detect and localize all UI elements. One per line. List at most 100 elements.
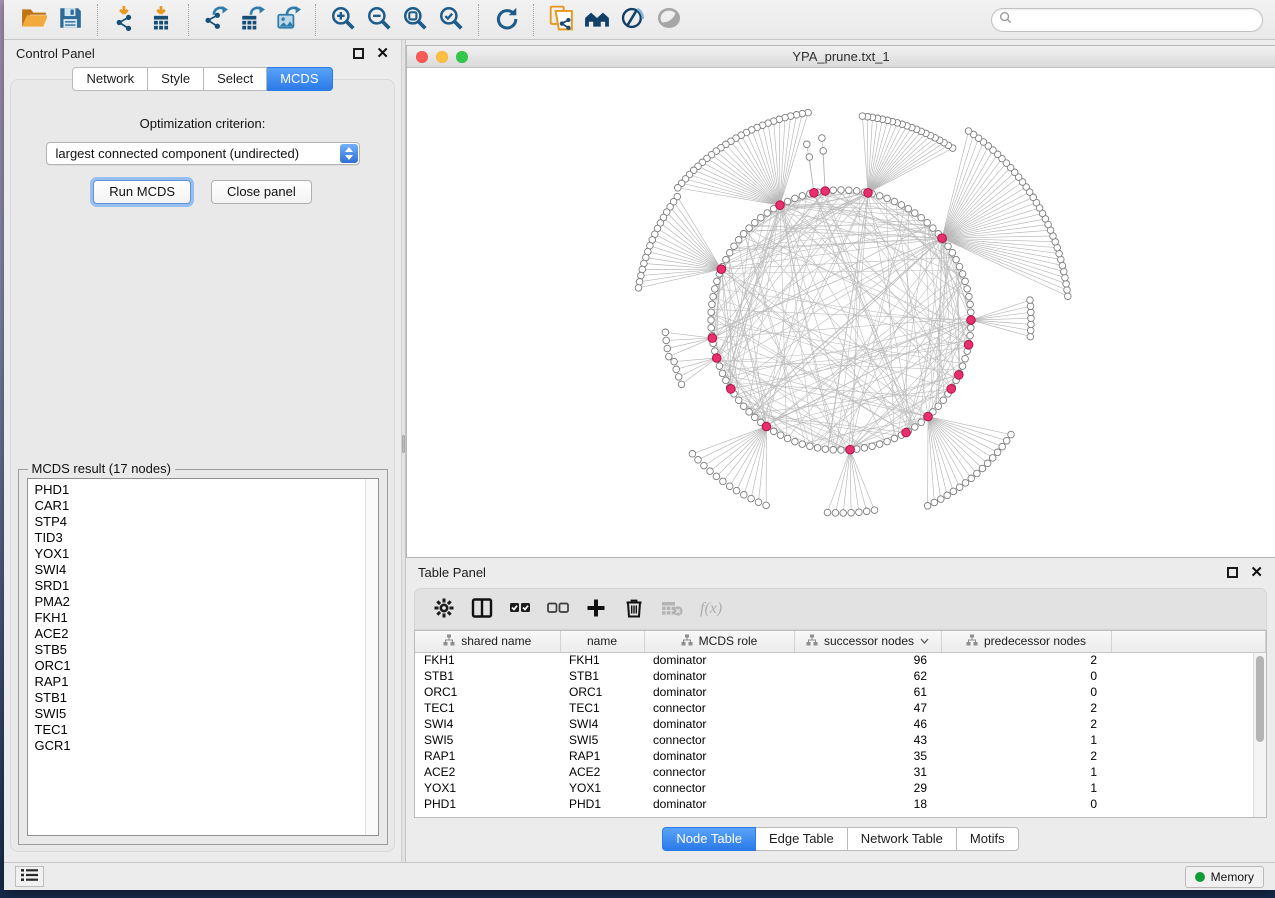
mcds-result-item[interactable]: FKH1 — [35, 610, 378, 626]
graph-node[interactable] — [959, 363, 966, 370]
float-table-panel-icon[interactable] — [1227, 567, 1238, 578]
table-row[interactable]: SWI4SWI4dominator462 — [415, 716, 1266, 732]
graph-node[interactable] — [1027, 333, 1034, 340]
table-row[interactable]: RAP1RAP1dominator352 — [415, 748, 1266, 764]
mcds-result-item[interactable]: TID3 — [35, 530, 378, 546]
mcds-result-item[interactable]: PMA2 — [35, 594, 378, 610]
table-row[interactable]: ORC1ORC1dominator610 — [415, 684, 1266, 700]
task-history-button[interactable] — [15, 866, 44, 887]
graph-node[interactable] — [962, 278, 969, 285]
graph-node[interactable] — [918, 419, 925, 426]
graph-node[interactable] — [930, 225, 937, 232]
mcds-list-scrollbar[interactable] — [365, 479, 378, 835]
graph-node[interactable] — [950, 488, 957, 495]
graph-node[interactable] — [641, 260, 648, 267]
graph-node[interactable] — [719, 370, 726, 377]
graph-node[interactable] — [853, 188, 860, 195]
graph-node[interactable] — [792, 195, 799, 202]
graph-node[interactable] — [945, 243, 952, 250]
mcds-result-item[interactable]: STP4 — [35, 514, 378, 530]
graph-node[interactable] — [830, 447, 837, 454]
run-mcds-button[interactable]: Run MCDS — [93, 180, 191, 204]
graph-node[interactable] — [863, 508, 870, 515]
graph-node[interactable] — [740, 231, 747, 238]
table-row[interactable]: PHD1PHD1dominator180 — [415, 796, 1266, 812]
mcds-result-item[interactable]: SWI5 — [35, 706, 378, 722]
graph-node[interactable] — [675, 185, 682, 192]
close-window-icon[interactable] — [416, 51, 428, 63]
graph-hub-node[interactable] — [964, 341, 973, 350]
graph-node[interactable] — [924, 219, 931, 226]
graph-node[interactable] — [807, 443, 814, 450]
column-header-name[interactable]: name — [560, 631, 644, 652]
graph-node[interactable] — [968, 309, 975, 316]
close-table-panel-icon[interactable]: ✕ — [1250, 567, 1263, 578]
graph-node[interactable] — [962, 355, 969, 362]
minimize-window-icon[interactable] — [436, 51, 448, 63]
graph-node[interactable] — [799, 193, 806, 200]
graph-node[interactable] — [695, 457, 702, 464]
graph-node[interactable] — [965, 128, 972, 135]
graph-hub-node[interactable] — [708, 334, 717, 343]
graph-node[interactable] — [664, 345, 671, 352]
graph-node[interactable] — [989, 455, 996, 462]
graph-node[interactable] — [979, 465, 986, 472]
select-all-rows-button[interactable] — [503, 593, 537, 625]
graph-node[interactable] — [746, 409, 753, 416]
graph-node[interactable] — [777, 432, 784, 439]
graph-node[interactable] — [884, 195, 891, 202]
graph-node[interactable] — [876, 193, 883, 200]
graph-node[interactable] — [763, 502, 770, 509]
table-row[interactable]: TEC1TEC1connector472 — [415, 700, 1266, 716]
graph-node[interactable] — [814, 445, 821, 452]
memory-button[interactable]: Memory — [1185, 866, 1264, 888]
graph-node[interactable] — [708, 325, 715, 332]
graph-node[interactable] — [764, 210, 771, 217]
graph-node[interactable] — [1063, 281, 1070, 288]
show-column-selector-button[interactable] — [465, 593, 499, 625]
graph-node[interactable] — [967, 301, 974, 308]
mcds-result-item[interactable]: TEC1 — [35, 722, 378, 738]
graph-node[interactable] — [712, 286, 719, 293]
graph-node[interactable] — [966, 293, 973, 300]
graph-node[interactable] — [1062, 274, 1069, 281]
table-row[interactable]: YOX1YOX1connector291 — [415, 780, 1266, 796]
graph-node[interactable] — [799, 441, 806, 448]
table-tab-motifs[interactable]: Motifs — [957, 827, 1019, 851]
graph-node[interactable] — [689, 451, 696, 458]
graph-node[interactable] — [708, 309, 715, 316]
mcds-result-list[interactable]: PHD1CAR1STP4TID3YOX1SWI4SRD1PMA2FKH1ACE2… — [27, 478, 379, 836]
graph-node[interactable] — [832, 510, 839, 517]
graph-node[interactable] — [675, 374, 682, 381]
table-row[interactable]: ACE2ACE2connector311 — [415, 764, 1266, 780]
graph-hub-node[interactable] — [776, 201, 785, 210]
graph-node[interactable] — [1064, 287, 1071, 294]
graph-hub-node[interactable] — [727, 385, 736, 394]
column-header-predecessor-nodes[interactable]: predecessor nodes — [941, 631, 1111, 652]
graph-node[interactable] — [740, 403, 747, 410]
criterion-select[interactable]: largest connected component (undirected) — [46, 142, 360, 165]
graph-node[interactable] — [891, 435, 898, 442]
graph-hub-node[interactable] — [717, 265, 726, 274]
table-row[interactable]: SWI5SWI5connector431 — [415, 732, 1266, 748]
graph-node[interactable] — [884, 438, 891, 445]
graph-node[interactable] — [806, 154, 813, 161]
float-panel-icon[interactable] — [353, 48, 364, 59]
close-panel-icon[interactable]: ✕ — [376, 48, 389, 59]
graph-node[interactable] — [752, 414, 759, 421]
graph-hub-node[interactable] — [955, 371, 964, 380]
graph-node[interactable] — [848, 509, 855, 516]
open-session-button[interactable] — [16, 4, 52, 36]
graph-node[interactable] — [974, 470, 981, 477]
graph-hub-node[interactable] — [924, 412, 933, 421]
graph-node[interactable] — [726, 249, 733, 256]
table-row[interactable]: FKH1FKH1dominator962 — [415, 652, 1266, 668]
graph-node[interactable] — [709, 301, 716, 308]
graph-node[interactable] — [792, 438, 799, 445]
zoom-fit-button[interactable] — [397, 4, 433, 36]
graph-node[interactable] — [713, 473, 720, 480]
graph-node[interactable] — [784, 435, 791, 442]
graph-node[interactable] — [804, 141, 811, 148]
mcds-result-item[interactable]: YOX1 — [35, 546, 378, 562]
table-settings-button[interactable] — [427, 593, 461, 625]
